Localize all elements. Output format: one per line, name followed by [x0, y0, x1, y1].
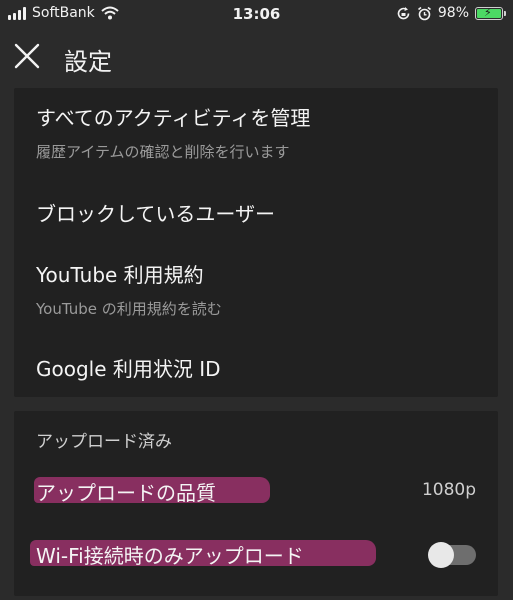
upload-quality-item[interactable]: アップロードの品質 [36, 477, 480, 506]
google-usage-id-title: Google 利用状況 ID [36, 357, 221, 381]
app-header: 設定 [0, 30, 513, 84]
youtube-terms-subtitle: YouTube の利用規約を読む [36, 300, 222, 318]
close-icon[interactable] [14, 43, 40, 69]
manage-activity-item[interactable]: すべてのアクティビティを管理 履歴アイテムの確認と削除を行います [36, 102, 480, 162]
wifi-only-upload-item[interactable]: Wi-Fi接続時のみアップロード [36, 540, 408, 569]
history-settings-card: すべてのアクティビティを管理 履歴アイテムの確認と削除を行います ブロックしてい… [14, 88, 498, 397]
wifi-only-upload-label: Wi-Fi接続時のみアップロード [36, 544, 304, 568]
google-usage-id-item[interactable]: Google 利用状況 ID [36, 353, 480, 382]
blocked-users-item[interactable]: ブロックしているユーザー [36, 198, 480, 227]
status-bar-right: 98% ⚡ [396, 5, 506, 21]
wifi-only-toggle[interactable] [428, 542, 476, 568]
status-bar: SoftBank 13:06 98% ⚡ [0, 0, 513, 30]
alarm-icon [417, 6, 431, 20]
upload-quality-value: 1080p [421, 480, 476, 500]
uploads-section-label: アップロード済み [36, 432, 172, 452]
blocked-users-title: ブロックしているユーザー [36, 202, 275, 226]
battery-percent: 98% [437, 5, 469, 21]
manage-activity-subtitle: 履歴アイテムの確認と削除を行います [36, 143, 290, 161]
rotation-lock-icon [397, 6, 410, 19]
youtube-terms-item[interactable]: YouTube 利用規約 YouTube の利用規約を読む [36, 259, 480, 319]
uploads-settings-card: アップロード済み アップロードの品質 1080p Wi-Fi接続時のみアップロー… [14, 411, 498, 596]
battery-icon: ⚡ [475, 5, 506, 20]
youtube-terms-title: YouTube 利用規約 [36, 263, 204, 287]
upload-quality-label: アップロードの品質 [36, 481, 216, 505]
toggle-knob [428, 542, 454, 568]
settings-screen: SoftBank 13:06 98% ⚡ 設定 すべてのアクティビティを管理 履… [0, 0, 513, 600]
manage-activity-title: すべてのアクティビティを管理 [36, 106, 311, 130]
charging-bolt-icon: ⚡ [484, 5, 492, 19]
page-title: 設定 [64, 48, 112, 76]
